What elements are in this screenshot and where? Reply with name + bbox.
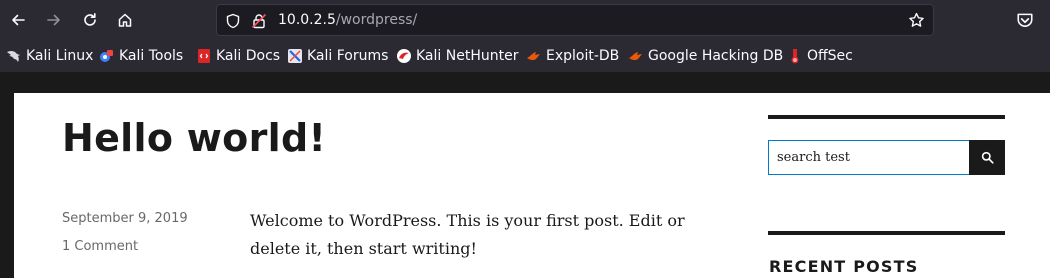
bookmark-exploit-db[interactable]: Exploit-DB <box>526 47 619 65</box>
reload-button[interactable] <box>76 6 104 34</box>
bookmark-kali-docs[interactable]: Kali Docs <box>196 47 280 65</box>
url-host: 10.0.2.5 <box>278 12 336 28</box>
home-button[interactable] <box>111 6 139 34</box>
kali-dragon-icon <box>7 50 20 62</box>
back-button[interactable] <box>4 6 32 34</box>
recent-posts-heading: RECENT POSTS <box>769 257 919 276</box>
bookmark-google-hacking-db[interactable]: Google Hacking DB <box>628 47 783 65</box>
kali-tools-icon <box>100 50 113 62</box>
bookmark-kali-forums[interactable]: Kali Forums <box>287 47 388 65</box>
search-submit-button[interactable] <box>969 140 1005 175</box>
search-icon <box>981 151 994 164</box>
url-path: /wordpress/ <box>335 12 418 28</box>
forward-button[interactable] <box>40 6 68 34</box>
nethunter-icon <box>397 49 411 63</box>
exploit-db-icon <box>527 52 540 61</box>
kali-forums-icon <box>288 49 302 63</box>
tracking-protection-shield-icon[interactable] <box>225 13 241 29</box>
pocket-icon[interactable] <box>1016 11 1034 29</box>
bookmark-label: Exploit-DB <box>546 48 620 64</box>
search-input[interactable] <box>768 140 970 175</box>
bookmark-label: Kali Tools <box>119 48 184 64</box>
insecure-lock-icon[interactable] <box>251 13 267 29</box>
bookmark-kali-linux[interactable]: Kali Linux <box>6 47 93 65</box>
home-icon <box>118 13 132 27</box>
post-date-link[interactable]: September 9, 2019 <box>62 211 188 226</box>
post-title[interactable]: Hello world! <box>62 116 326 160</box>
offsec-icon <box>791 49 799 64</box>
bookmarks-toolbar: Kali Linux Kali Tools Kali Docs Kali For… <box>0 40 1050 72</box>
bookmark-label: OffSec <box>807 48 853 64</box>
widget-divider <box>768 115 1005 119</box>
browser-toolbar: 10.0.2.5/wordpress/ <box>0 0 1050 40</box>
widget-divider <box>768 231 1005 235</box>
kali-docs-icon <box>198 49 210 63</box>
bookmark-kali-tools[interactable]: Kali Tools <box>99 47 183 65</box>
post-comments-link[interactable]: 1 Comment <box>62 239 138 254</box>
post-body-text: Welcome to WordPress. This is your first… <box>250 211 685 258</box>
reload-icon <box>84 13 96 26</box>
bookmark-offsec[interactable]: OffSec <box>787 47 853 65</box>
url-bar[interactable]: 10.0.2.5/wordpress/ <box>216 4 934 36</box>
bookmark-label: Kali NetHunter <box>416 48 519 64</box>
bookmark-label: Google Hacking DB <box>648 48 784 64</box>
bookmark-kali-nethunter[interactable]: Kali NetHunter <box>396 47 518 65</box>
back-arrow-icon <box>12 14 25 26</box>
ghdb-icon <box>629 52 642 61</box>
post-content: Welcome to WordPress. This is your first… <box>250 207 720 263</box>
bookmark-label: Kali Forums <box>307 48 389 64</box>
url-text[interactable]: 10.0.2.5/wordpress/ <box>278 12 417 28</box>
bookmark-star-icon[interactable] <box>908 12 925 29</box>
bookmark-label: Kali Linux <box>26 48 94 64</box>
forward-arrow-icon <box>47 14 60 26</box>
bookmark-label: Kali Docs <box>216 48 281 64</box>
